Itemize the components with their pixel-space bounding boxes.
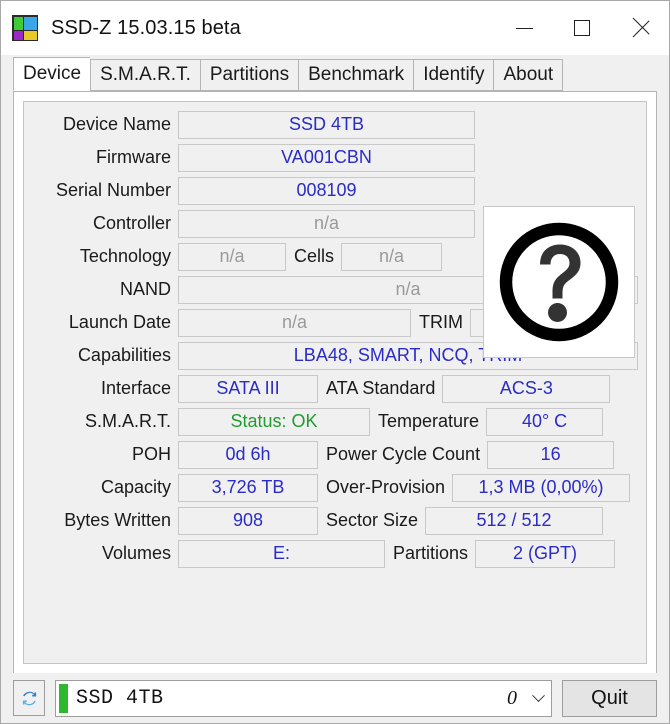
device-thumbnail [483, 206, 635, 358]
bytes-written-value: 908 [178, 506, 318, 535]
volumes-value: E: [178, 539, 385, 568]
partitions-value: 2 (GPT) [475, 539, 616, 568]
refresh-icon [22, 691, 36, 705]
row-serial-number: Serial Number 008109 [32, 175, 638, 206]
serial-number-value: 008109 [178, 176, 475, 205]
quit-button[interactable]: Quit [562, 679, 657, 717]
ata-standard-label: ATA Standard [326, 378, 436, 398]
tab-partitions[interactable]: Partitions [199, 59, 299, 91]
drive-selector-index: 0 [507, 686, 517, 709]
chevron-down-icon[interactable] [527, 680, 549, 717]
tab-identify[interactable]: Identify [413, 59, 494, 91]
drive-status-indicator [59, 683, 68, 713]
device-tab-page: Device Name SSD 4TB Firmware VA001CBN Se… [13, 91, 657, 673]
poh-label: POH [131, 444, 171, 464]
tab-bar: Device S.M.A.R.T. Partitions Benchmark I… [1, 55, 669, 91]
row-device-name: Device Name SSD 4TB [32, 109, 638, 140]
over-provision-label: Over-Provision [326, 477, 446, 497]
controller-label: Controller [92, 213, 171, 233]
partitions-label: Partitions [393, 543, 469, 563]
row-smart-temperature: S.M.A.R.T. Status: OK Temperature 40° C [32, 406, 638, 437]
device-name-value: SSD 4TB [178, 110, 475, 139]
bottom-bar: SSD 4TB 0 Quit [1, 673, 669, 723]
capacity-label: Capacity [100, 477, 171, 497]
firmware-label: Firmware [96, 147, 171, 167]
bytes-written-label: Bytes Written [64, 510, 171, 530]
refresh-button[interactable] [13, 680, 45, 716]
row-firmware: Firmware VA001CBN [32, 142, 638, 173]
volumes-label: Volumes [101, 543, 171, 563]
nand-label: NAND [119, 279, 171, 299]
over-provision-value: 1,3 MB (0,00%) [452, 473, 631, 502]
interface-value: SATA III [178, 374, 318, 403]
tab-about[interactable]: About [493, 59, 564, 91]
firmware-value: VA001CBN [178, 143, 475, 172]
launch-date-value: n/a [178, 308, 411, 337]
tab-benchmark[interactable]: Benchmark [298, 59, 414, 91]
unknown-device-question-mark-icon [499, 222, 619, 342]
controller-value: n/a [178, 209, 475, 238]
technology-value: n/a [178, 242, 286, 271]
tab-device[interactable]: Device [13, 57, 91, 91]
row-capacity-overprovision: Capacity 3,726 TB Over-Provision 1,3 MB … [32, 472, 638, 503]
row-poh-power-cycle: POH 0d 6h Power Cycle Count 16 [32, 439, 638, 470]
capabilities-label: Capabilities [77, 345, 171, 365]
row-interface-ata: Interface SATA III ATA Standard ACS-3 [32, 373, 638, 404]
power-cycle-count-value: 16 [487, 440, 615, 469]
sector-size-label: Sector Size [326, 510, 419, 530]
device-name-label: Device Name [62, 114, 171, 134]
minimize-button[interactable] [495, 1, 553, 55]
poh-value: 0d 6h [178, 440, 318, 469]
maximize-button[interactable] [553, 1, 611, 55]
cells-label: Cells [294, 246, 335, 266]
window-title: SSD-Z 15.03.15 beta [51, 16, 241, 39]
minimize-icon [515, 27, 533, 29]
capacity-value: 3,726 TB [178, 473, 318, 502]
smart-status-badge: Status: OK [178, 407, 370, 436]
smart-label: S.M.A.R.T. [84, 411, 171, 431]
serial-number-label: Serial Number [55, 180, 171, 200]
row-volumes-partitions: Volumes E: Partitions 2 (GPT) [32, 538, 638, 569]
drive-selector-value: SSD 4TB [76, 686, 164, 710]
window-controls [495, 1, 669, 55]
interface-label: Interface [100, 378, 171, 398]
close-icon [631, 19, 649, 37]
device-info-group: Device Name SSD 4TB Firmware VA001CBN Se… [23, 101, 647, 664]
cells-value: n/a [341, 242, 443, 271]
ssdz-logo-icon [12, 15, 38, 41]
close-button[interactable] [611, 1, 669, 55]
ata-standard-value: ACS-3 [442, 374, 611, 403]
title-bar: SSD-Z 15.03.15 beta [1, 1, 669, 55]
tab-smart[interactable]: S.M.A.R.T. [90, 59, 200, 91]
temperature-value: 40° C [486, 407, 604, 436]
maximize-icon [574, 20, 590, 36]
temperature-label: Temperature [378, 411, 480, 431]
ssdz-window: SSD-Z 15.03.15 beta Device S.M.A.R.T. Pa… [0, 0, 670, 724]
sector-size-value: 512 / 512 [425, 506, 604, 535]
launch-date-label: Launch Date [68, 312, 171, 332]
technology-label: Technology [79, 246, 171, 266]
row-bytes-written-sector-size: Bytes Written 908 Sector Size 512 / 512 [32, 505, 638, 536]
power-cycle-count-label: Power Cycle Count [326, 444, 481, 464]
trim-label: TRIM [419, 312, 463, 332]
drive-selector-combobox[interactable]: SSD 4TB 0 [55, 679, 552, 717]
